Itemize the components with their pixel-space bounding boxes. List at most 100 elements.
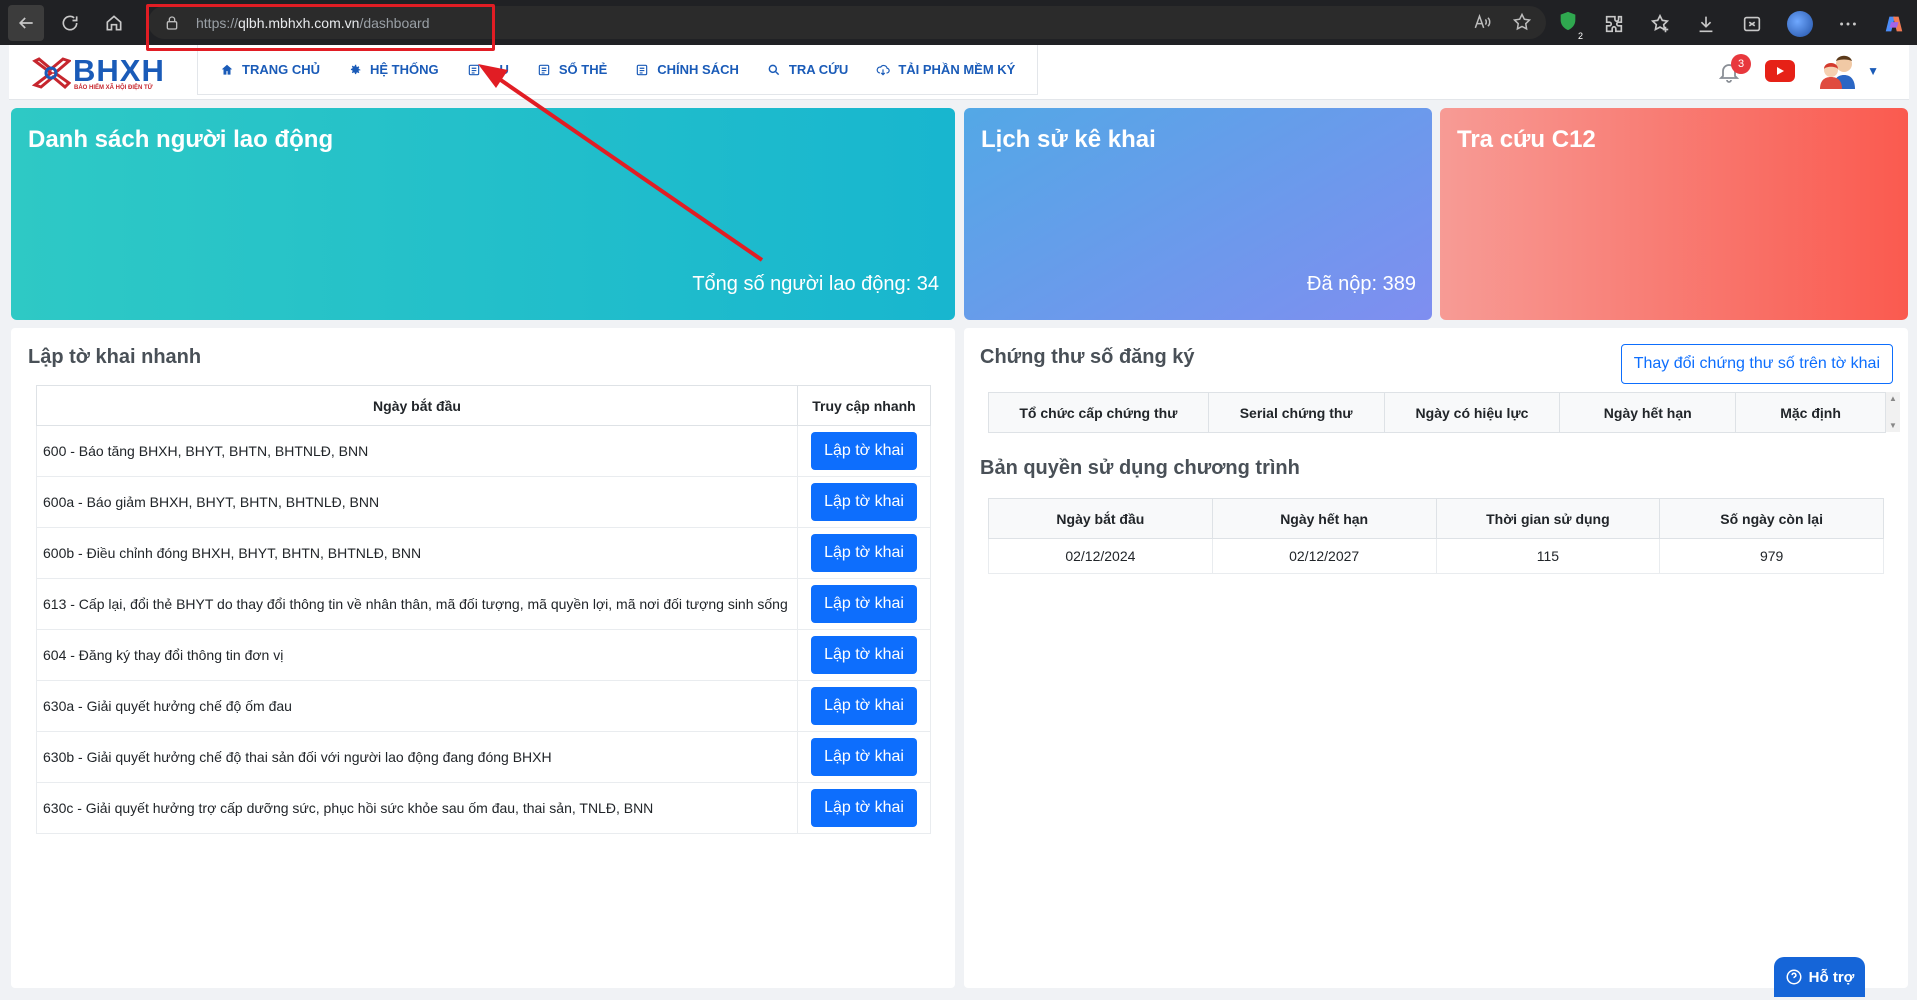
form-name: 600b - Điều chỉnh đóng BHXH, BHYT, BHTN,… (36, 527, 798, 579)
favorites-icon[interactable] (1649, 13, 1671, 35)
copilot-icon[interactable] (1883, 13, 1905, 35)
form-name: 630a - Giải quyết hưởng chế độ ốm đau (36, 680, 798, 732)
user-avatar[interactable] (1817, 51, 1859, 91)
create-form-button[interactable]: Lập tờ khai (811, 534, 917, 572)
document-icon (468, 64, 479, 75)
form-name: 600 - Báo tăng BHXH, BHYT, BHTN, BHTNLĐ,… (36, 425, 798, 477)
card-value: Tổng số người lao động: 34 (692, 273, 939, 295)
logo-text: BHXH (73, 53, 165, 88)
license-usage-time: 115 (1435, 538, 1661, 574)
more-icon[interactable] (1837, 13, 1859, 35)
main-menu: TRANG CHỦ HỆ THỐNG ...U SỔ THẺ CHÍNH SÁC… (197, 45, 1039, 95)
home-icon (221, 64, 233, 75)
action-cell: Lập tờ khai (797, 527, 931, 579)
download-icon[interactable] (1695, 13, 1717, 35)
browser-toolbar: https://qlbh.mbhxh.com.vn/dashboard 2 (0, 0, 1917, 45)
url-scheme: https:// (196, 14, 239, 31)
menu-label: HỆ THỐNG (370, 62, 439, 77)
policy-icon (637, 64, 648, 75)
avatar-icon (1820, 55, 1856, 89)
table-row: 600b - Điều chỉnh đóng BHXH, BHYT, BHTN,… (36, 527, 931, 579)
form-name: 630c - Giải quyết hưởng trợ cấp dưỡng sứ… (36, 782, 798, 834)
table-scrollbar[interactable]: ▲ ▼ (1886, 392, 1900, 432)
column-header: Ngày có hiệu lực (1383, 392, 1561, 433)
menu-item-tra-cuu[interactable]: TRA CỨU (767, 62, 848, 77)
address-bar[interactable]: https://qlbh.mbhxh.com.vn/dashboard (148, 6, 1546, 39)
home-button[interactable] (96, 5, 132, 41)
notification-count-badge: 3 (1731, 54, 1752, 74)
favorite-star-icon[interactable] (1512, 12, 1532, 32)
form-name: 630b - Giải quyết hưởng chế độ thai sản … (36, 731, 798, 783)
menu-item-so-the[interactable]: SỔ THẺ (537, 62, 607, 77)
create-form-button[interactable]: Lập tờ khai (811, 636, 917, 674)
shield-extension[interactable]: 2 (1557, 10, 1583, 41)
url-text: https://qlbh.mbhxh.com.vn/dashboard (196, 15, 430, 31)
action-cell: Lập tờ khai (797, 425, 931, 477)
logo-mark-icon (31, 57, 71, 90)
column-header: Tổ chức cấp chứng thư (988, 392, 1209, 433)
url-path: /dashboard (359, 14, 430, 31)
certificates-panel: Chứng thư số đăng ký Thay đổi chứng thư … (964, 328, 1908, 988)
menu-item-trang-chu[interactable]: TRANG CHỦ (220, 62, 320, 77)
table-row: 630a - Giải quyết hưởng chế độ ốm đau Lập… (36, 680, 931, 732)
create-form-button[interactable]: Lập tờ khai (811, 585, 917, 623)
license-title: Bản quyền sử dụng chương trình (980, 457, 1300, 479)
bhxh-logo[interactable]: BHXH BẢO HIỂM XÃ HỘI ĐIỆN TỬ (31, 51, 186, 95)
card-tra-cuu-c12[interactable]: Tra cứu C12 (1440, 108, 1908, 320)
menu-label: TRA CỨU (788, 62, 849, 77)
browser-profile-icon[interactable] (1787, 10, 1813, 37)
action-cell: Lập tờ khai (797, 731, 931, 783)
notification-button[interactable]: 3 (1717, 54, 1752, 86)
scroll-up-icon[interactable]: ▲ (1889, 394, 1897, 403)
refresh-button[interactable] (52, 5, 88, 41)
extensions-puzzle-icon[interactable] (1603, 13, 1625, 35)
table-row: 02/12/2024 02/12/2027 115 979 (988, 538, 1884, 574)
lock-icon (166, 15, 178, 30)
scroll-down-icon[interactable]: ▼ (1889, 421, 1897, 430)
menu-label: CHÍNH SÁCH (657, 62, 739, 77)
certificates-title: Chứng thư số đăng ký (980, 346, 1195, 368)
youtube-play-icon (1777, 67, 1785, 75)
shield-icon (1560, 11, 1576, 31)
menu-label: TRANG CHỦ (242, 62, 320, 77)
create-form-button[interactable]: Lập tờ khai (811, 432, 917, 470)
column-header: Ngày hết hạn (1559, 392, 1737, 433)
create-form-button[interactable]: Lập tờ khai (811, 687, 917, 725)
card-lich-su-ke-khai[interactable]: Lịch sử kê khai Đã nộp: 389 (964, 108, 1432, 320)
table-row: 630c - Giải quyết hưởng trợ cấp dưỡng sứ… (36, 782, 931, 834)
form-name: 613 - Cấp lại, đổi thẻ BHYT do thay đổi … (36, 578, 798, 630)
read-aloud-icon[interactable] (1472, 12, 1492, 32)
logo-tagline: BẢO HIỂM XÃ HỘI ĐIỆN TỬ (74, 85, 153, 91)
column-header: Mặc định (1735, 392, 1886, 433)
column-header: Ngày bắt đầu (988, 498, 1213, 539)
quick-form-panel: Lập tờ khai nhanh Ngày bắt đầu Truy cập … (11, 328, 955, 988)
menu-item-tai-phan-mem-ky[interactable]: TẢI PHẦN MỀM KÝ (876, 62, 1015, 77)
menu-item-chinh-sach[interactable]: CHÍNH SÁCH (635, 62, 739, 77)
chevron-down-icon[interactable]: ▼ (1867, 64, 1879, 78)
table-header-row: Ngày bắt đầu Ngày hết hạn Thời gian sử d… (988, 498, 1884, 539)
change-certificate-button[interactable]: Thay đổi chứng thư số trên tờ khai (1620, 344, 1893, 384)
table-row: 630b - Giải quyết hưởng chế độ thai sản … (36, 731, 931, 783)
back-arrow-icon (18, 16, 33, 29)
license-end-date: 02/12/2027 (1211, 538, 1437, 574)
card-title: Tra cứu C12 (1457, 126, 1596, 153)
menu-item-he-thong[interactable]: HỆ THỐNG (348, 62, 439, 77)
app-header: BHXH BẢO HIỂM XÃ HỘI ĐIỆN TỬ TRANG CHỦ H… (9, 45, 1909, 100)
support-label: Hỗ trợ (1808, 968, 1855, 986)
create-form-button[interactable]: Lập tờ khai (811, 738, 917, 776)
screenshot-icon[interactable] (1741, 13, 1763, 35)
back-button[interactable] (8, 4, 44, 41)
create-form-button[interactable]: Lập tờ khai (811, 483, 917, 521)
header-actions: 3 ▼ (1717, 51, 1879, 91)
license-days-remaining: 979 (1659, 538, 1884, 574)
quick-form-title: Lập tờ khai nhanh (28, 346, 202, 368)
support-button[interactable]: Hỗ trợ (1774, 957, 1865, 997)
create-form-button[interactable]: Lập tờ khai (811, 789, 917, 827)
action-cell: Lập tờ khai (797, 476, 931, 528)
column-header: Ngày hết hạn (1211, 498, 1437, 539)
card-danh-sach-nguoi-lao-dong[interactable]: Danh sách người lao động Tổng số người l… (11, 108, 955, 320)
menu-item-bao-cao[interactable]: ...U (467, 62, 509, 77)
youtube-button[interactable] (1765, 60, 1796, 82)
action-cell: Lập tờ khai (797, 782, 931, 834)
table-row: 613 - Cấp lại, đổi thẻ BHYT do thay đổi … (36, 578, 931, 630)
